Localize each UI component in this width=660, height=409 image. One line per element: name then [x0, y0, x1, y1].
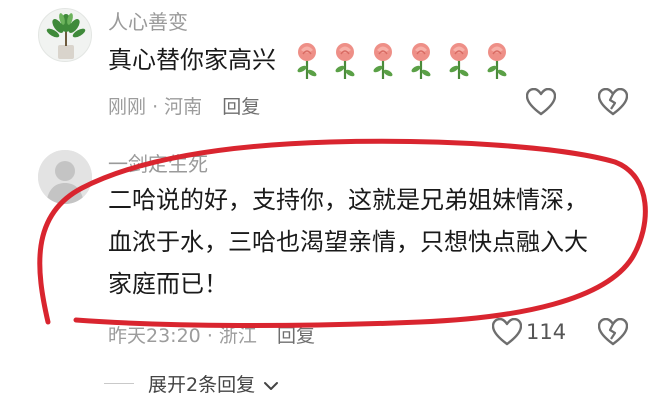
default-user-icon	[38, 150, 92, 204]
rose-emoji-icon	[487, 43, 507, 79]
comment-meta: 刚刚 · 河南 回复	[108, 92, 260, 119]
user-avatar[interactable]	[38, 8, 92, 62]
broken-heart-icon[interactable]	[598, 318, 628, 346]
comment-meta: 昨天23:20 · 浙江 回复	[108, 321, 315, 348]
rose-emoji-icon	[449, 43, 469, 79]
broken-heart-icon[interactable]	[598, 88, 628, 116]
expand-divider	[104, 383, 134, 384]
comment-location: 河南	[164, 96, 203, 118]
comment-text-line: 血浓于水，三哈也渴望亲情，只想快点融入大	[108, 228, 588, 256]
reply-button[interactable]: 回复	[222, 96, 260, 118]
like-count: 114	[526, 320, 567, 344]
comment-time: 昨天23:20	[108, 325, 201, 347]
comment-time: 刚刚	[108, 96, 147, 118]
rose-emoji-icon	[373, 43, 393, 79]
meta-separator: ·	[206, 325, 219, 347]
chevron-down-icon	[264, 381, 279, 390]
rose-emoji-icon	[335, 43, 355, 79]
comment-text: 真心替你家高兴	[108, 39, 512, 81]
comment-text-body: 真心替你家高兴	[108, 46, 276, 74]
rose-emoji-icon	[297, 43, 317, 79]
comment-username[interactable]: 一剑定生死	[108, 148, 208, 177]
meta-separator: ·	[152, 96, 165, 118]
comment-text-line: 二哈说的好，支持你，这就是兄弟姐妹情深，	[108, 186, 588, 214]
user-avatar[interactable]	[38, 150, 92, 204]
comment-location: 浙江	[218, 325, 257, 347]
comment-text: 二哈说的好，支持你，这就是兄弟姐妹情深， 血浓于水，三哈也渴望亲情，只想快点融入…	[108, 179, 588, 305]
comment-username[interactable]: 人心善变	[108, 6, 188, 35]
expand-replies-label: 展开2条回复	[148, 374, 256, 396]
comment-text-line: 家庭而已！	[108, 270, 228, 298]
plant-avatar-icon	[46, 13, 86, 59]
rose-emoji-row	[292, 41, 512, 81]
heart-outline-icon[interactable]	[492, 318, 522, 346]
expand-replies-button[interactable]: 展开2条回复	[148, 370, 279, 397]
reply-button[interactable]: 回复	[277, 325, 315, 347]
heart-outline-icon[interactable]	[526, 88, 556, 116]
rose-emoji-icon	[411, 43, 431, 79]
